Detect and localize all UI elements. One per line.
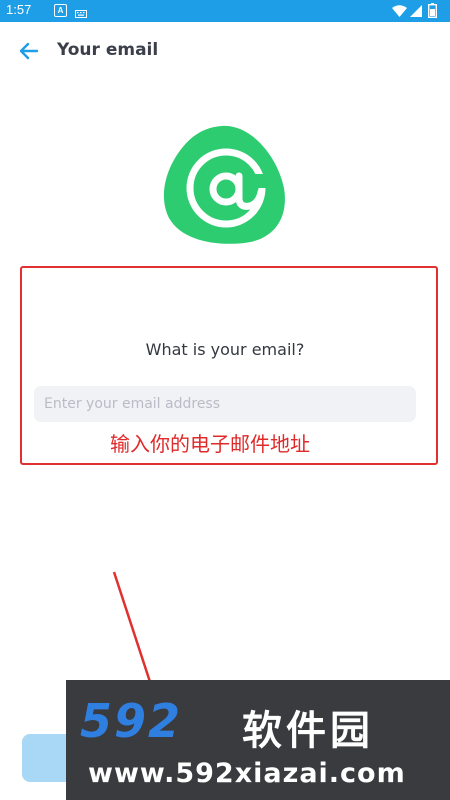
status-time: 1:57: [6, 2, 32, 17]
arrow-left-icon: [19, 42, 39, 60]
back-button[interactable]: [16, 38, 44, 64]
cell-signal-icon: [409, 3, 422, 22]
watermark-url: www.592xiazai.com: [88, 758, 406, 789]
app-header: Your email: [0, 22, 450, 80]
battery-icon: [427, 3, 437, 22]
wifi-icon: [392, 3, 407, 22]
at-sign-icon: [160, 122, 290, 246]
page-title: Your email: [57, 40, 159, 60]
annotation-arrow: [112, 571, 154, 689]
watermark-brand: 592: [80, 694, 183, 748]
status-bar: 1:57 A: [0, 0, 450, 22]
watermark-brand-cn: 软件园: [242, 708, 374, 754]
email-question: What is your email?: [145, 340, 305, 359]
a-notification-icon: A: [54, 4, 67, 17]
email-field[interactable]: [34, 386, 416, 422]
watermark: 592 软件园 www.592xiazai.com: [66, 680, 450, 800]
keyboard-icon: [75, 4, 87, 23]
annotation-label: 输入你的电子邮件地址: [110, 432, 310, 456]
